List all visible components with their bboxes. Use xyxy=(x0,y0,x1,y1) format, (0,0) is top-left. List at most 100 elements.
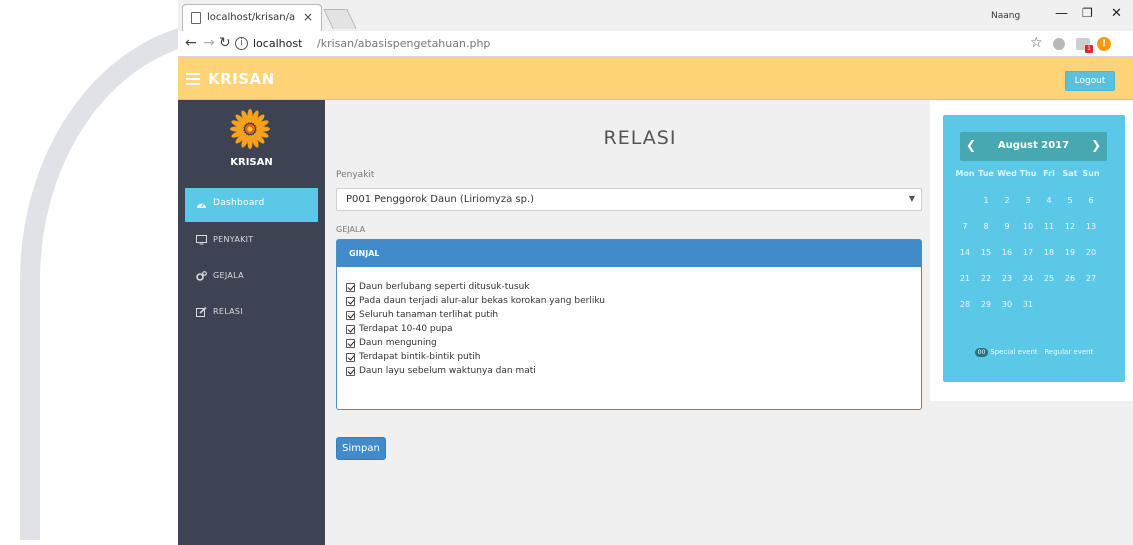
legend-special-event: Special event xyxy=(990,348,1038,356)
calendar-day-name: Tue xyxy=(978,169,994,178)
caret-down-icon: ▼ xyxy=(908,194,915,203)
edit-icon xyxy=(196,307,207,317)
calendar-day[interactable]: 11 xyxy=(1038,222,1060,231)
calendar-day[interactable]: 30 xyxy=(996,300,1018,309)
sidebar-item-gejala[interactable]: GEJALA xyxy=(185,260,318,294)
monitor-icon xyxy=(196,235,207,245)
legend-pill: 00 xyxy=(974,348,989,357)
calendar-day[interactable]: 26 xyxy=(1059,274,1081,283)
gejala-label-text: Daun berlubang seperti ditusuk-tusuk xyxy=(359,282,530,292)
calendar-day[interactable]: 10 xyxy=(1017,222,1039,231)
extension-badge-icon[interactable]: 1 xyxy=(1076,38,1093,53)
gejala-label-text: Pada daun terjadi alur-alur bekas koroka… xyxy=(359,296,605,306)
brand-title[interactable]: KRISAN xyxy=(208,70,275,88)
checkbox[interactable] xyxy=(346,311,355,320)
calendar-day[interactable]: 22 xyxy=(975,274,997,283)
calendar-day[interactable]: 16 xyxy=(996,248,1018,257)
checkbox[interactable] xyxy=(346,339,355,348)
tab-strip: localhost/krisan/abasisp × Naang — ❐ ✕ xyxy=(178,0,1133,31)
checkbox[interactable] xyxy=(346,367,355,376)
top-navbar: KRISAN Logout xyxy=(178,57,1133,100)
gejala-label-text: Daun layu sebelum waktunya dan mati xyxy=(359,366,536,376)
calendar-day-name: Wed xyxy=(997,169,1017,178)
chevron-right-icon[interactable]: ❯ xyxy=(1091,138,1101,152)
checkbox[interactable] xyxy=(346,325,355,334)
calendar-day[interactable]: 31 xyxy=(1017,300,1039,309)
alert-icon[interactable]: ! xyxy=(1097,37,1111,51)
main-content: RELASI Penyakit P001 Penggorok Daun (Lir… xyxy=(325,100,930,545)
calendar-day[interactable]: 27 xyxy=(1080,274,1102,283)
calendar-day[interactable]: 7 xyxy=(954,222,976,231)
calendar-header: ❮ August 2017 ❯ xyxy=(960,132,1107,161)
legend-regular-event: Regular event xyxy=(1044,348,1094,356)
penyakit-select[interactable]: P001 Penggorok Daun (Liriomyza sp.) ▼ xyxy=(336,188,922,211)
calendar-day[interactable]: 4 xyxy=(1038,196,1060,205)
gears-icon xyxy=(196,271,207,281)
sidebar-item-dashboard[interactable]: Dashboard xyxy=(185,188,318,222)
calendar-day[interactable]: 29 xyxy=(975,300,997,309)
calendar-day[interactable]: 12 xyxy=(1059,222,1081,231)
checkbox[interactable] xyxy=(346,297,355,306)
calendar-day[interactable]: 17 xyxy=(1017,248,1039,257)
page-icon xyxy=(191,12,201,24)
sidebar: KRISAN Dashboard PENYAKIT GEJALA RELASI xyxy=(178,100,325,545)
back-icon[interactable]: ← xyxy=(185,35,197,51)
calendar-day[interactable]: 13 xyxy=(1080,222,1102,231)
calendar-day-name: Sun xyxy=(1082,169,1100,178)
calendar-day[interactable]: 3 xyxy=(1017,196,1039,205)
tab-close-icon[interactable]: × xyxy=(303,10,313,24)
calendar-day-name: Thu xyxy=(1019,169,1037,178)
reload-icon[interactable]: ↻ xyxy=(219,35,231,51)
calendar-day[interactable]: 2 xyxy=(996,196,1018,205)
calendar-day[interactable]: 6 xyxy=(1080,196,1102,205)
penyakit-selected-value: P001 Penggorok Daun (Liriomyza sp.) xyxy=(346,194,535,205)
logout-button[interactable]: Logout xyxy=(1065,71,1115,91)
save-button[interactable]: Simpan xyxy=(336,437,386,460)
extension-icon[interactable] xyxy=(1053,38,1065,50)
tab-title: localhost/krisan/abasisp xyxy=(207,12,295,23)
hamburger-menu-icon[interactable] xyxy=(186,73,200,85)
calendar-day[interactable]: 21 xyxy=(954,274,976,283)
calendar-day[interactable]: 25 xyxy=(1038,274,1060,283)
calendar-day-name: Sat xyxy=(1062,169,1078,178)
browser-tab[interactable]: localhost/krisan/abasisp × xyxy=(182,4,322,31)
new-tab-button[interactable] xyxy=(323,9,357,29)
right-column: ❮ August 2017 ❯ Mon Tue Wed Thu Fri Sat Sun 1 2 3… xyxy=(930,100,1133,401)
minimize-icon[interactable]: — xyxy=(1055,6,1068,21)
checkbox[interactable] xyxy=(346,353,355,362)
close-window-icon[interactable]: ✕ xyxy=(1111,6,1122,21)
checkbox[interactable] xyxy=(346,283,355,292)
calendar-month: August 2017 xyxy=(997,140,1070,151)
bookmark-star-icon[interactable]: ☆ xyxy=(1030,35,1043,51)
gejala-label-text: Terdapat 10-40 pupa xyxy=(359,324,453,334)
calendar-day[interactable]: 5 xyxy=(1059,196,1081,205)
browser-window: localhost/krisan/abasisp × Naang — ❐ ✕ ←… xyxy=(178,0,1133,545)
dashboard-icon xyxy=(197,202,206,208)
calendar-day[interactable]: 18 xyxy=(1038,248,1060,257)
url-path: /krisan/abasispengetahuan.php xyxy=(317,37,491,50)
calendar-day[interactable]: 15 xyxy=(975,248,997,257)
calendar-day[interactable]: 9 xyxy=(996,222,1018,231)
address-bar: ← → ↻ i localhost /krisan/abasispengetah… xyxy=(178,31,1133,57)
sidebar-item-label: PENYAKIT xyxy=(213,235,254,244)
restore-icon[interactable]: ❐ xyxy=(1082,6,1093,20)
gejala-panel: GINJAL Daun berlubang seperti ditusuk-tu… xyxy=(336,239,922,410)
sidebar-item-label: RELASI xyxy=(213,307,243,316)
sidebar-item-penyakit[interactable]: PENYAKIT xyxy=(185,224,318,258)
sidebar-item-relasi[interactable]: RELASI xyxy=(185,296,318,330)
calendar-day[interactable]: 19 xyxy=(1059,248,1081,257)
calendar-day[interactable]: 20 xyxy=(1080,248,1102,257)
calendar-day[interactable]: 8 xyxy=(975,222,997,231)
profile-badge[interactable]: Naang xyxy=(991,11,1020,21)
url-field[interactable]: i localhost /krisan/abasispengetahuan.ph… xyxy=(235,34,955,54)
forward-icon[interactable]: → xyxy=(203,35,215,51)
calendar-day[interactable]: 1 xyxy=(975,196,997,205)
calendar-day-name: Fri xyxy=(1043,169,1055,178)
calendar-day[interactable]: 28 xyxy=(954,300,976,309)
calendar-day[interactable]: 23 xyxy=(996,274,1018,283)
calendar-day[interactable]: 24 xyxy=(1017,274,1039,283)
panel-title: GINJAL xyxy=(349,249,380,258)
info-icon[interactable]: i xyxy=(235,37,248,50)
calendar-legend: 00 Special event Regular event xyxy=(943,348,1125,357)
calendar-day[interactable]: 14 xyxy=(954,248,976,257)
